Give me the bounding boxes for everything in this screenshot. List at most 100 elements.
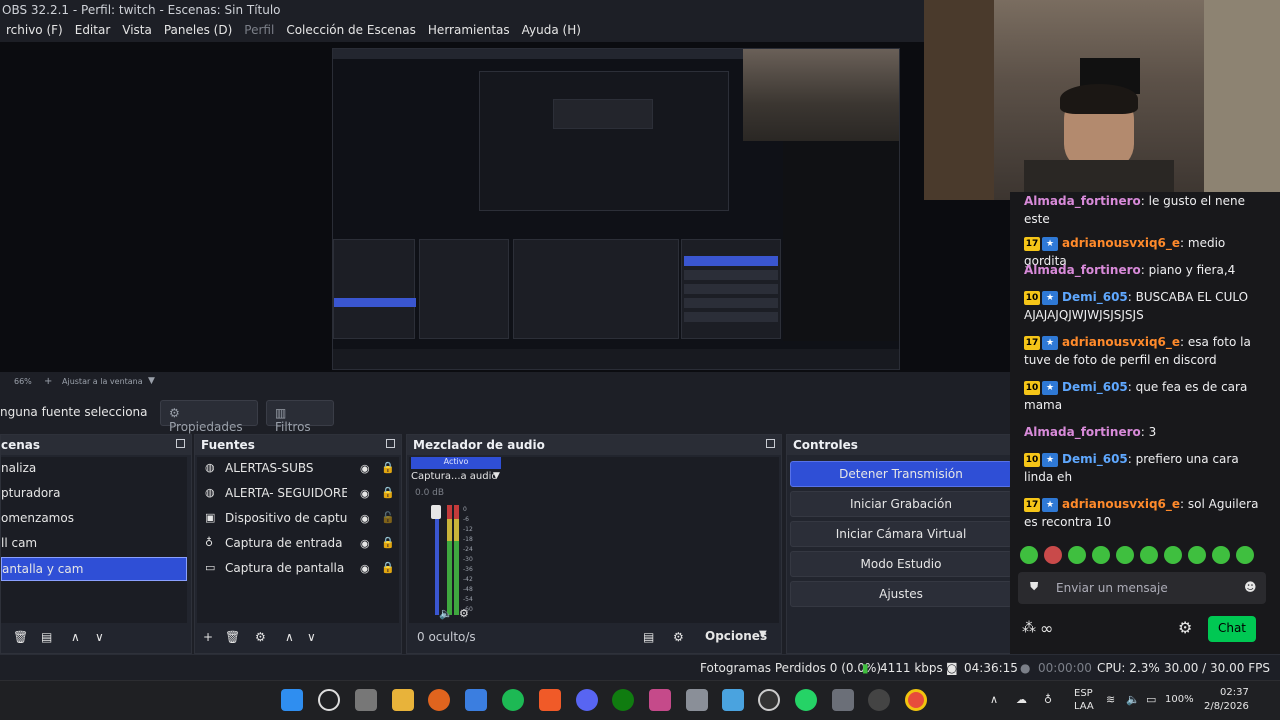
source-item[interactable]: ▭ Captura de pantalla ◉ 🔒 (197, 557, 399, 582)
zoom-level[interactable]: 66% (14, 377, 32, 386)
chat-user[interactable]: adrianousvxiq6_e (1062, 497, 1180, 511)
filters-button[interactable]: ▥ Filtros (266, 400, 334, 434)
keyboard-layout[interactable]: LAA (1074, 701, 1094, 712)
wifi-icon[interactable]: ≋ (1106, 693, 1115, 706)
scene-item-selected[interactable]: antalla y cam (1, 557, 187, 581)
source-item[interactable]: ▣ Dispositivo de captura de ◉ 🔓 (197, 507, 399, 532)
trash-icon[interactable]: 🗑 (225, 630, 240, 644)
eye-icon[interactable]: ◉ (360, 487, 370, 500)
discord-icon[interactable] (576, 689, 598, 711)
emote-icon[interactable] (1092, 546, 1110, 564)
emoji-icon[interactable]: ☻ (1244, 580, 1257, 594)
windows-start-icon[interactable] (281, 689, 303, 711)
chat-user[interactable]: Demi_605 (1062, 452, 1128, 466)
clock-date[interactable]: 2/8/2026 (1204, 701, 1249, 712)
eye-icon[interactable]: ◉ (360, 537, 370, 550)
volume-slider[interactable] (431, 505, 441, 519)
cloud-icon[interactable]: ☁ (1016, 693, 1027, 706)
language-label[interactable]: ESP (1074, 688, 1093, 699)
notepad-icon[interactable] (722, 689, 744, 711)
lock-icon[interactable]: 🔒 (381, 486, 395, 499)
speaker-icon[interactable]: 🔈 (439, 607, 453, 620)
filter-icon[interactable]: ▤ (41, 630, 52, 644)
chat-user[interactable]: Almada_fortinero (1024, 425, 1141, 439)
menu-file[interactable]: rchivo (F) (0, 20, 69, 42)
lock-icon[interactable]: 🔒 (381, 536, 395, 549)
menu-docks[interactable]: Paneles (D) (158, 20, 238, 42)
chevron-down-icon[interactable]: ▼ (759, 629, 767, 640)
add-icon[interactable]: + (203, 630, 213, 644)
scene-item[interactable]: nalizа (1, 457, 187, 481)
plus-icon[interactable]: + (44, 376, 52, 387)
emote-icon[interactable] (1020, 546, 1038, 564)
scene-item[interactable]: ll cam (1, 532, 187, 556)
points-icon[interactable]: ⁂ (1022, 620, 1036, 636)
unlock-icon[interactable]: 🔓 (381, 511, 395, 524)
options-button[interactable]: Opciones (705, 629, 767, 643)
volume-icon[interactable]: 🔈 (1126, 693, 1140, 706)
chat-user[interactable]: adrianousvxiq6_e (1062, 335, 1180, 349)
emote-icon[interactable] (1164, 546, 1182, 564)
eye-icon[interactable]: ◉ (360, 562, 370, 575)
eye-icon[interactable]: ◉ (360, 512, 370, 525)
undock-icon[interactable] (176, 439, 185, 448)
settings-button[interactable]: Ajustes (790, 581, 1012, 607)
lock-icon[interactable]: 🔒 (381, 461, 395, 474)
lock-icon[interactable]: 🔒 (381, 561, 395, 574)
chevron-up-icon[interactable]: ∧ (990, 693, 998, 706)
gear-icon[interactable]: ⚙ (1178, 618, 1192, 637)
chat-user[interactable]: Demi_605 (1062, 380, 1128, 394)
calculator-icon[interactable] (686, 689, 708, 711)
app-grid-icon[interactable] (649, 689, 671, 711)
start-virtual-camera-button[interactable]: Iniciar Cámara Virtual (790, 521, 1012, 547)
scene-item[interactable]: pturadora (1, 482, 187, 506)
start-recording-button[interactable]: Iniciar Grabación (790, 491, 1012, 517)
scene-item[interactable]: omenzamos (1, 507, 187, 531)
mic-icon[interactable]: ♁ (1044, 693, 1052, 706)
chevron-down-icon[interactable]: ▼ (148, 376, 155, 386)
menu-edit[interactable]: Editar (69, 20, 117, 42)
battery-icon[interactable]: ▭ (1146, 693, 1156, 706)
emote-icon[interactable] (1236, 546, 1254, 564)
menu-scene-collection[interactable]: Colección de Escenas (280, 20, 422, 42)
chat-send-button[interactable]: Chat (1208, 616, 1256, 642)
source-item[interactable]: ♁ Captura de entrada audio ◉ 🔒 (197, 532, 399, 557)
layout-icon[interactable]: ▤ (643, 630, 654, 644)
preview-canvas[interactable] (332, 48, 900, 370)
menu-help[interactable]: Ayuda (H) (516, 20, 587, 42)
source-item[interactable]: ◍ ALERTAS-SUBS ◉ 🔒 (197, 457, 399, 482)
chat-input[interactable]: ⛊ Enviar un mensaje ☻ (1018, 572, 1266, 604)
snipping-icon[interactable] (832, 689, 854, 711)
chat-user[interactable]: Almada_fortinero (1024, 263, 1141, 277)
app-icon[interactable] (428, 689, 450, 711)
volume-track[interactable] (435, 505, 439, 615)
media-player-icon[interactable] (758, 689, 780, 711)
emote-icon[interactable] (1044, 546, 1062, 564)
task-view-icon[interactable] (355, 689, 377, 711)
brave-icon[interactable] (539, 689, 561, 711)
whatsapp-icon[interactable] (795, 689, 817, 711)
stop-streaming-button[interactable]: Detener Transmisión (790, 461, 1012, 487)
emote-icon[interactable] (1188, 546, 1206, 564)
menu-tools[interactable]: Herramientas (422, 20, 516, 42)
xbox-icon[interactable] (612, 689, 634, 711)
emote-icon[interactable] (1140, 546, 1158, 564)
chevron-up-icon[interactable]: ∧ (71, 630, 80, 644)
mixer-channel-name[interactable]: Captura...a audio (411, 471, 498, 482)
source-item[interactable]: ◍ ALERTA- SEGUIDORES ◉ 🔒 (197, 482, 399, 507)
settings-icon[interactable]: ⚙ (673, 630, 684, 644)
store-icon[interactable] (465, 689, 487, 711)
studio-mode-button[interactable]: Modo Estudio (790, 551, 1012, 577)
chrome-icon[interactable] (905, 689, 927, 711)
menu-profile[interactable]: Perfil (238, 20, 280, 42)
search-icon[interactable] (318, 689, 340, 711)
undock-icon[interactable] (766, 439, 775, 448)
properties-button[interactable]: ⚙ Propiedades (160, 400, 258, 434)
chat-user[interactable]: Almada_fortinero (1024, 194, 1141, 208)
chat-user[interactable]: adrianousvxiq6_e (1062, 236, 1180, 250)
chat-user[interactable]: Demi_605 (1062, 290, 1128, 304)
clock-time[interactable]: 02:37 (1220, 687, 1249, 698)
chevron-down-icon[interactable]: ▼ (493, 471, 500, 481)
chevron-up-icon[interactable]: ∧ (285, 630, 294, 644)
gear-icon[interactable]: ⚙ (255, 630, 266, 644)
